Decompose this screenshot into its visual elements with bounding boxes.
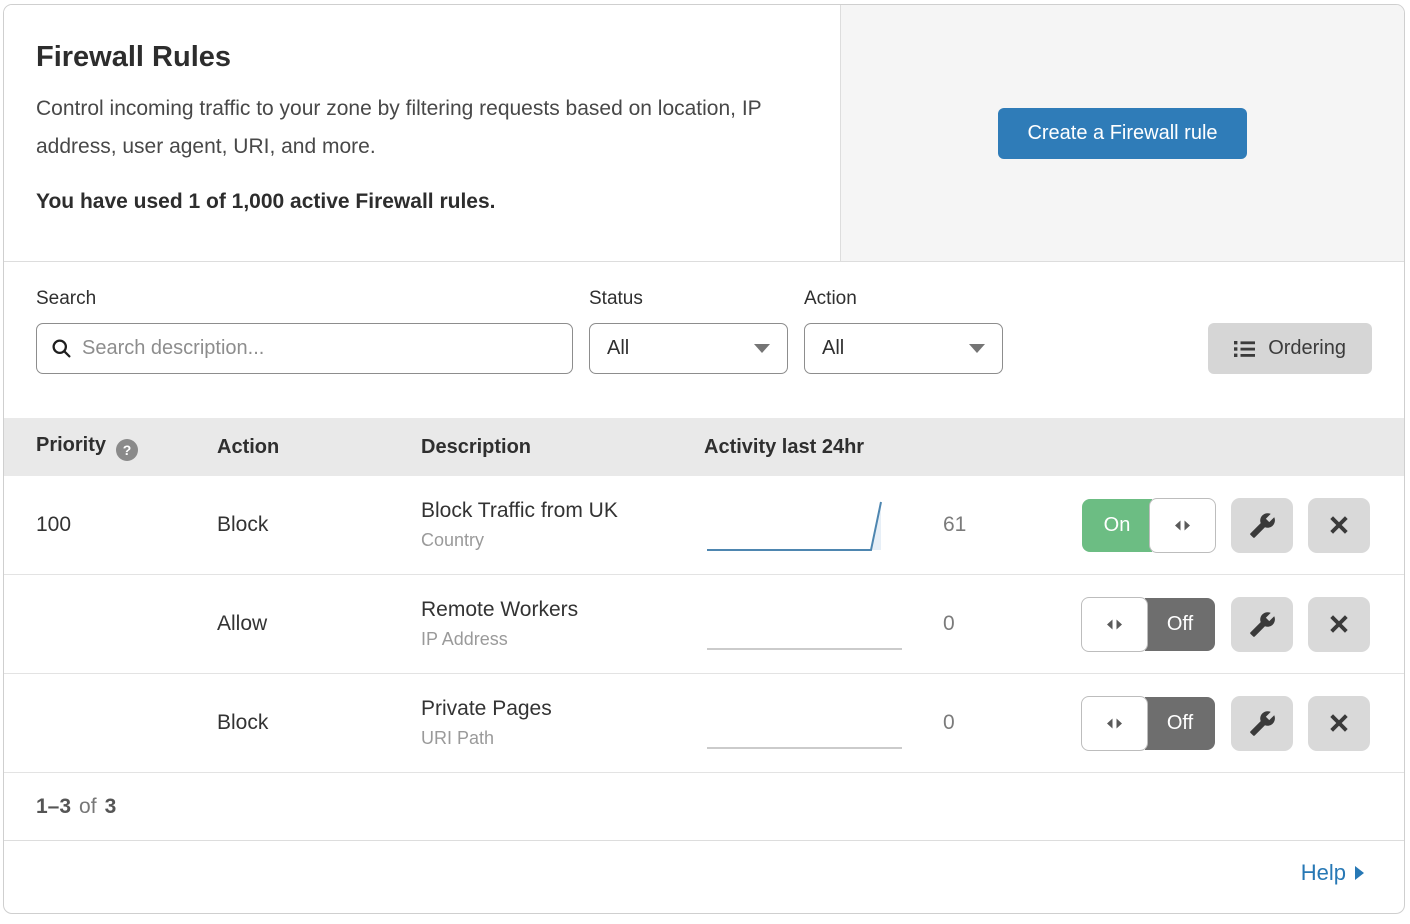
pagination-range: 1–3 — [36, 795, 71, 819]
status-label: Status — [589, 288, 788, 310]
wrench-icon — [1249, 512, 1276, 539]
rule-match-type: Country — [421, 530, 704, 551]
chevron-down-icon — [969, 344, 985, 353]
activity-cell: 0 — [704, 595, 1026, 653]
delete-rule-button[interactable] — [1308, 597, 1370, 652]
x-icon — [1328, 613, 1350, 635]
help-circle-icon[interactable]: ? — [116, 439, 138, 461]
x-icon — [1328, 712, 1350, 734]
page-description: Control incoming traffic to your zone by… — [36, 90, 808, 166]
column-header-activity: Activity last 24hr — [704, 436, 1404, 459]
table-row: 100 Block Block Traffic from UK Country … — [4, 476, 1404, 575]
action-selected-value: All — [822, 337, 844, 360]
toggle-state-label: Off — [1145, 598, 1215, 651]
table-row: Block Private Pages URI Path 0 Off — [4, 674, 1404, 773]
toggle-state-label: Off — [1145, 697, 1215, 750]
activity-count: 0 — [943, 612, 955, 636]
pagination-of-text: of — [79, 795, 97, 819]
column-header-description: Description — [421, 436, 704, 459]
cta-panel: Create a Firewall rule — [840, 5, 1404, 261]
chevron-right-icon — [1355, 866, 1364, 880]
toggle-knob[interactable] — [1081, 696, 1148, 751]
column-header-action: Action — [217, 436, 421, 459]
rule-description: Remote Workers — [421, 598, 704, 622]
activity-count: 61 — [943, 513, 966, 537]
rule-controls: On — [1026, 498, 1404, 553]
table-row: Allow Remote Workers IP Address 0 Off — [4, 575, 1404, 674]
status-filter-group: Status All — [589, 288, 788, 374]
wrench-icon — [1249, 611, 1276, 638]
rule-match-type: URI Path — [421, 728, 704, 749]
rule-controls: Off — [1026, 696, 1404, 751]
rule-description: Private Pages — [421, 697, 704, 721]
help-bar: Help — [4, 841, 1404, 904]
ordering-button[interactable]: Ordering — [1208, 323, 1372, 374]
rule-description-cell: Private Pages URI Path — [421, 697, 704, 749]
column-header-priority: Priority? — [36, 434, 217, 461]
action-label: Action — [804, 288, 1003, 310]
activity-cell: 0 — [704, 694, 1026, 752]
intro-panel: Firewall Rules Control incoming traffic … — [4, 5, 840, 261]
priority-header-label: Priority — [36, 434, 106, 456]
rule-action: Block — [217, 711, 421, 735]
create-firewall-rule-button[interactable]: Create a Firewall rule — [998, 108, 1246, 159]
header-section: Firewall Rules Control incoming traffic … — [4, 5, 1404, 262]
ordering-button-label: Ordering — [1268, 337, 1346, 360]
toggle-knob[interactable] — [1149, 498, 1216, 553]
rule-enabled-toggle[interactable]: Off — [1081, 597, 1216, 652]
rule-description-cell: Remote Workers IP Address — [421, 598, 704, 650]
edit-rule-button[interactable] — [1231, 498, 1293, 553]
rule-controls: Off — [1026, 597, 1404, 652]
help-link-label: Help — [1301, 860, 1346, 886]
status-select[interactable]: All — [589, 323, 788, 374]
activity-sparkline — [704, 694, 909, 752]
activity-sparkline — [704, 595, 909, 653]
firewall-rules-card: Firewall Rules Control incoming traffic … — [3, 4, 1405, 914]
pagination-bar: 1–3 of 3 — [4, 773, 1404, 841]
edit-rule-button[interactable] — [1231, 597, 1293, 652]
activity-sparkline — [704, 496, 909, 554]
left-right-arrows-icon — [1173, 519, 1192, 532]
filter-bar: Search Status All Action All — [4, 262, 1404, 418]
delete-rule-button[interactable] — [1308, 498, 1370, 553]
rule-match-type: IP Address — [421, 629, 704, 650]
action-select[interactable]: All — [804, 323, 1003, 374]
left-right-arrows-icon — [1105, 717, 1124, 730]
rule-action: Allow — [217, 612, 421, 636]
wrench-icon — [1249, 710, 1276, 737]
usage-note: You have used 1 of 1,000 active Firewall… — [36, 190, 808, 214]
search-label: Search — [36, 288, 573, 310]
search-input[interactable] — [82, 337, 558, 360]
table-header-row: Priority? Action Description Activity la… — [4, 418, 1404, 476]
help-link[interactable]: Help — [1301, 860, 1364, 886]
search-group: Search — [36, 288, 573, 374]
rule-description-cell: Block Traffic from UK Country — [421, 499, 704, 551]
status-selected-value: All — [607, 337, 629, 360]
rule-action: Block — [217, 513, 421, 537]
search-box[interactable] — [36, 323, 573, 374]
action-filter-group: Action All — [804, 288, 1003, 374]
list-icon — [1234, 340, 1255, 358]
activity-count: 0 — [943, 711, 955, 735]
toggle-state-label: On — [1082, 499, 1152, 552]
toggle-knob[interactable] — [1081, 597, 1148, 652]
pagination-total: 3 — [105, 795, 117, 819]
rule-enabled-toggle[interactable]: On — [1081, 498, 1216, 553]
rule-description: Block Traffic from UK — [421, 499, 704, 523]
page-title: Firewall Rules — [36, 41, 808, 74]
delete-rule-button[interactable] — [1308, 696, 1370, 751]
activity-cell: 61 — [704, 496, 1026, 554]
x-icon — [1328, 514, 1350, 536]
rule-enabled-toggle[interactable]: Off — [1081, 696, 1216, 751]
search-icon — [51, 338, 72, 359]
edit-rule-button[interactable] — [1231, 696, 1293, 751]
chevron-down-icon — [754, 344, 770, 353]
rule-priority: 100 — [36, 513, 217, 537]
left-right-arrows-icon — [1105, 618, 1124, 631]
